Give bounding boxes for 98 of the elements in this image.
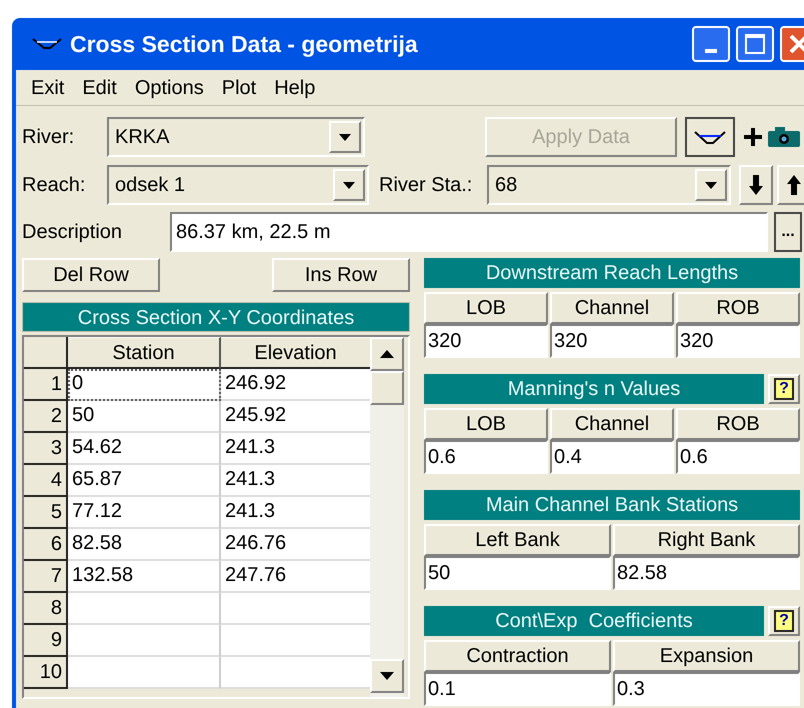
row-number: 10 xyxy=(24,657,68,689)
section-title: Cont\Exp Coefficients xyxy=(424,606,764,636)
down-triangle-icon xyxy=(380,672,394,680)
value-field[interactable]: 0.1 xyxy=(424,672,611,706)
table-cell[interactable] xyxy=(68,625,221,657)
table-cell[interactable]: 50 xyxy=(68,401,221,433)
maximize-button[interactable] xyxy=(736,26,774,62)
column-header: Right Bank xyxy=(613,524,800,556)
menu-item[interactable]: Options xyxy=(128,72,211,102)
column-header: Channel xyxy=(550,292,674,324)
value-field[interactable]: 82.58 xyxy=(613,556,800,590)
cross-section-icon xyxy=(32,36,62,52)
value-field[interactable]: 0.4 xyxy=(550,440,674,474)
help-button[interactable]: ? xyxy=(768,374,800,404)
delete-row-button[interactable]: Del Row xyxy=(22,258,160,292)
table-cell[interactable]: 0 xyxy=(68,369,221,401)
column-header[interactable]: Elevation xyxy=(221,337,370,369)
row-number: 1 xyxy=(24,369,68,401)
scroll-thumb[interactable] xyxy=(370,371,404,405)
column-header: ROB xyxy=(676,292,800,324)
table-cell[interactable]: 132.58 xyxy=(68,561,221,593)
table-cell[interactable]: 241.3 xyxy=(221,465,370,497)
river-station-dropdown[interactable]: 68 xyxy=(487,165,731,205)
description-field[interactable]: 86.37 km, 22.5 m xyxy=(170,212,768,252)
column-header: LOB xyxy=(424,408,548,440)
column-header: LOB xyxy=(424,292,548,324)
section-title: Manning's n Values xyxy=(424,374,764,404)
row-number: 5 xyxy=(24,497,68,529)
insert-row-button[interactable]: Ins Row xyxy=(272,258,410,292)
row-number: 3 xyxy=(24,433,68,465)
dropdown-arrow-icon xyxy=(343,182,355,188)
dropdown-arrow-icon xyxy=(705,182,717,188)
close-icon xyxy=(788,33,804,55)
table-cell[interactable]: 246.92 xyxy=(221,369,370,401)
window-title: Cross Section Data - geometrija xyxy=(70,30,418,59)
column-header: Contraction xyxy=(424,640,611,672)
table-cell[interactable] xyxy=(221,593,370,625)
minimize-button[interactable] xyxy=(692,26,730,62)
table-cell[interactable] xyxy=(68,593,221,625)
help-button[interactable]: ? xyxy=(768,606,800,636)
table-cell[interactable]: 54.62 xyxy=(68,433,221,465)
value-field[interactable]: 320 xyxy=(424,324,548,358)
river-station-label: River Sta.: xyxy=(379,173,474,198)
section-title: Downstream Reach Lengths xyxy=(424,258,800,288)
description-label: Description xyxy=(22,220,124,245)
menu-item[interactable]: Edit xyxy=(75,72,124,102)
table-cell[interactable]: 241.3 xyxy=(221,497,370,529)
up-arrow-icon xyxy=(786,174,802,196)
table-cell[interactable]: 65.87 xyxy=(68,465,221,497)
value-field[interactable]: 50 xyxy=(424,556,611,590)
up-triangle-icon xyxy=(380,350,394,358)
plus-icon[interactable] xyxy=(743,127,763,147)
section-title: Main Channel Bank Stations xyxy=(424,490,800,520)
value-field[interactable]: 0.6 xyxy=(676,440,800,474)
column-header[interactable]: Station xyxy=(68,337,221,369)
minimize-icon xyxy=(705,49,717,53)
down-arrow-icon xyxy=(748,174,764,196)
scroll-up-button[interactable] xyxy=(370,337,404,371)
table-title: Cross Section X-Y Coordinates xyxy=(22,302,410,332)
row-number: 4 xyxy=(24,465,68,497)
menu-item[interactable]: Plot xyxy=(214,72,264,102)
river-dropdown[interactable]: KRKA xyxy=(107,117,365,157)
table-cell[interactable]: 247.76 xyxy=(221,561,370,593)
table-cell[interactable]: 77.12 xyxy=(68,497,221,529)
value-field[interactable]: 320 xyxy=(676,324,800,358)
table-cell[interactable] xyxy=(68,657,221,689)
value-field[interactable]: 0.6 xyxy=(424,440,548,474)
row-number: 2 xyxy=(24,401,68,433)
dropdown-arrow-icon xyxy=(339,134,351,140)
reach-label: Reach: xyxy=(22,173,86,198)
column-header: ROB xyxy=(676,408,800,440)
table-cell[interactable]: 246.76 xyxy=(221,529,370,561)
next-down-button[interactable] xyxy=(739,165,773,205)
next-up-button[interactable] xyxy=(777,165,804,205)
row-number: 9 xyxy=(24,625,68,657)
column-header: Expansion xyxy=(613,640,800,672)
table-cell[interactable] xyxy=(221,657,370,689)
more-button[interactable]: ... xyxy=(774,212,802,252)
row-number: 6 xyxy=(24,529,68,561)
menu-item[interactable]: Help xyxy=(267,72,322,102)
value-field[interactable]: 320 xyxy=(550,324,674,358)
menu-item[interactable]: Exit xyxy=(24,72,72,102)
row-number: 7 xyxy=(24,561,68,593)
vertical-scrollbar[interactable] xyxy=(370,337,404,697)
camera-icon[interactable] xyxy=(767,126,801,148)
table-cell[interactable]: 241.3 xyxy=(221,433,370,465)
table-cell[interactable]: 82.58 xyxy=(68,529,221,561)
cross-section-plot-button[interactable] xyxy=(685,117,735,157)
scroll-down-button[interactable] xyxy=(370,659,404,693)
reach-dropdown[interactable]: odsek 1 xyxy=(107,165,369,205)
value-field[interactable]: 0.3 xyxy=(613,672,800,706)
maximize-icon xyxy=(745,34,765,54)
column-header: Left Bank xyxy=(424,524,611,556)
river-label: River: xyxy=(22,125,76,150)
column-header: Channel xyxy=(550,408,674,440)
table-cell[interactable] xyxy=(221,625,370,657)
row-number: 8 xyxy=(24,593,68,625)
table-cell[interactable]: 245.92 xyxy=(221,401,370,433)
